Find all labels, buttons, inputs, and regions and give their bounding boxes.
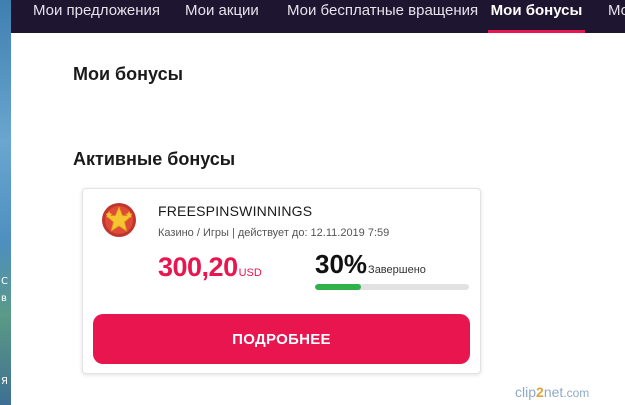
watermark-text: .com	[563, 386, 589, 400]
svg-text:clip2net.com: clip2net.com	[515, 384, 589, 400]
watermark-text: 2	[536, 384, 544, 400]
details-button[interactable]: ПОДРОБНЕЕ	[93, 314, 470, 364]
progress-percent: 30%	[315, 249, 368, 279]
tab-overflow[interactable]: Мо	[608, 0, 625, 33]
active-tab-indicator	[488, 30, 585, 33]
bonus-card: FREESPINSWINNINGS Казино / Игры | действ…	[82, 188, 481, 374]
top-navigation: Мои предложения Мои акции Мои бесплатные…	[11, 0, 625, 33]
desktop-text-fragment: в	[1, 293, 7, 304]
bonus-amount-value: 300,20	[158, 252, 238, 282]
watermark-text: net	[544, 384, 564, 400]
progress-bar-fill	[315, 284, 362, 290]
bonus-meta: Казино / Игры | действует до: 12.11.2019…	[158, 227, 390, 239]
watermark-text: clip	[515, 384, 536, 400]
tab-my-promotions[interactable]: Мои акции	[185, 0, 259, 33]
clip2net-watermark: clip2net.com	[515, 384, 589, 400]
tab-my-bonuses-label: Мои бонусы	[490, 2, 583, 19]
wagering-progress: 30%Завершено	[315, 249, 426, 280]
bonus-name: FREESPINSWINNINGS	[158, 203, 313, 219]
page-title: Мои бонусы	[73, 64, 183, 84]
progress-bar	[315, 284, 469, 290]
progress-status: Завершено	[368, 264, 426, 276]
desktop-text-fragment: Я	[1, 376, 8, 387]
tab-my-offers[interactable]: Мои предложения	[33, 0, 160, 33]
section-title-active-bonuses: Активные бонусы	[73, 149, 236, 169]
star-badge-icon	[102, 203, 136, 237]
bonus-currency: USD	[238, 267, 262, 279]
tab-my-free-spins[interactable]: Мои бесплатные вращения	[287, 0, 478, 33]
bonus-amount: 300,20USD	[158, 252, 262, 283]
tab-my-bonuses[interactable]: Мои бонусы	[488, 0, 585, 33]
desktop-text-fragment: C	[1, 276, 8, 287]
desktop-wallpaper-strip: C в Я	[0, 0, 11, 405]
